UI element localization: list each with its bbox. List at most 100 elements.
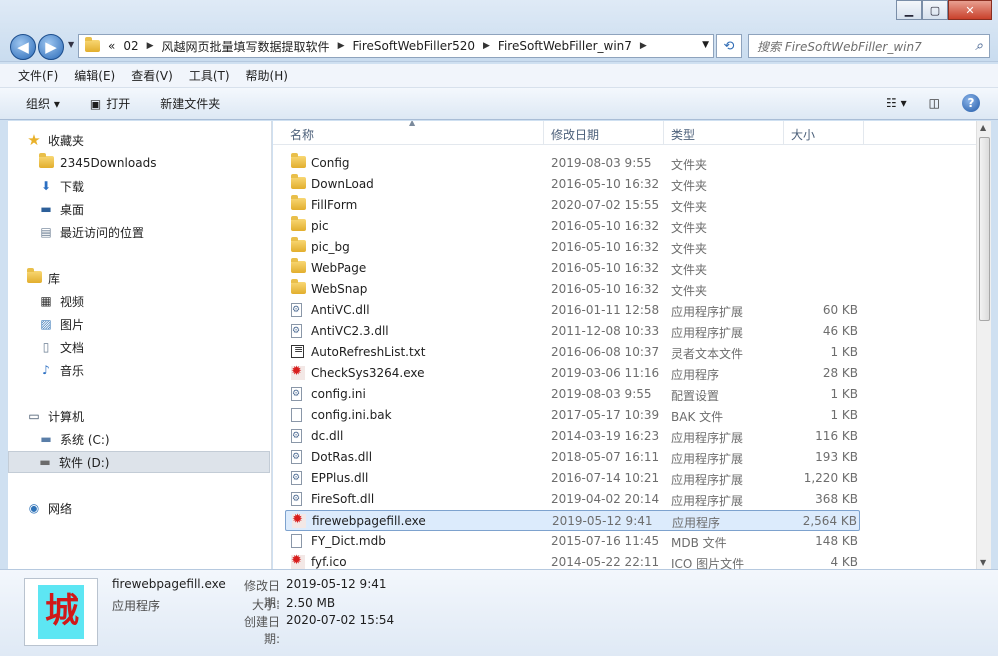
file-row[interactable]: Config 2019-08-03 9:55 文件夹 (285, 153, 860, 174)
column-divider[interactable] (783, 121, 784, 145)
nav-favorites[interactable]: ★ 收藏夹 (26, 129, 84, 151)
toolbar-right: ☷ ▾ ◫ ? (874, 94, 980, 112)
preview-pane-icon[interactable]: ◫ (929, 96, 940, 110)
breadcrumb-item[interactable]: FireSoftWebFiller_win7 (498, 39, 632, 53)
address-bar[interactable]: « 02 ▶ 风越网页批量填写数据提取软件 ▶ FireSoftWebFille… (78, 34, 714, 58)
file-row[interactable]: firewebpagefill.exe 2019-05-12 9:41 应用程序 2,… (285, 510, 860, 531)
menu-edit[interactable]: 编辑(E) (74, 67, 115, 84)
file-name: AntiVC.dll (311, 303, 370, 317)
breadcrumb-item[interactable]: 02 (123, 39, 138, 53)
file-size: 1 KB (830, 408, 858, 422)
view-options-icon[interactable]: ☷ ▾ (886, 96, 907, 110)
folder-icon (291, 174, 306, 192)
file-row[interactable]: FireSoft.dll 2019-04-02 20:14 应用程序扩展 368 KB (285, 489, 860, 510)
details-created-value: 2020-07-02 15:54 (286, 613, 395, 627)
column-divider[interactable] (863, 121, 864, 145)
column-headers: ▲ 名称 修改日期 类型 大小 (273, 121, 976, 145)
file-row[interactable]: dc.dll 2014-03-19 16:23 应用程序扩展 116 KB (285, 426, 860, 447)
new-folder-button[interactable]: 新建文件夹 (160, 95, 220, 112)
nav-2345downloads[interactable]: 2345Downloads (38, 152, 156, 174)
file-row[interactable]: WebSnap 2016-05-10 16:32 文件夹 (285, 279, 860, 300)
nav-documents[interactable]: ▯ 文档 (38, 336, 84, 358)
vertical-scrollbar[interactable]: ▲ ▼ (976, 121, 991, 569)
search-icon[interactable]: ⌕ (975, 38, 983, 54)
file-row[interactable]: DotRas.dll 2018-05-07 16:11 应用程序扩展 193 KB (285, 447, 860, 468)
library-icon (26, 267, 42, 283)
file-type: 应用程序扩展 (671, 326, 744, 340)
minimize-button[interactable]: ▁ (896, 0, 922, 20)
new-folder-label: 新建文件夹 (160, 97, 221, 111)
scroll-thumb[interactable] (979, 137, 990, 321)
close-button[interactable]: ✕ (948, 0, 992, 20)
nav-music[interactable]: ♪ 音乐 (38, 359, 84, 381)
nav-pictures[interactable]: ▨ 图片 (38, 313, 84, 335)
nav-drive-d[interactable]: ▬ 软件 (D:) (8, 451, 270, 473)
nav-label: 收藏夹 (48, 133, 85, 148)
help-icon[interactable]: ? (962, 94, 980, 112)
file-row[interactable]: pic_bg 2016-05-10 16:32 文件夹 (285, 237, 860, 258)
breadcrumb-item[interactable]: FireSoftWebFiller520 (352, 39, 475, 53)
breadcrumb-separator-icon[interactable]: ▶ (338, 41, 345, 51)
column-divider[interactable] (663, 121, 664, 145)
menu-view[interactable]: 查看(V) (131, 67, 173, 84)
column-type[interactable]: 类型 (671, 126, 695, 143)
open-button[interactable]: ▣ 打开 (90, 95, 130, 112)
file-row[interactable]: EPPlus.dll 2016-07-14 10:21 应用程序扩展 1,220 KB (285, 468, 860, 489)
scroll-down-icon[interactable]: ▼ (980, 558, 986, 567)
file-row[interactable]: config.ini 2019-08-03 9:55 配置设置 1 KB (285, 384, 860, 405)
nav-computer[interactable]: ▭ 计算机 (26, 405, 84, 427)
file-row[interactable]: CheckSys3264.exe 2019-03-06 11:16 应用程序 28 K… (285, 363, 860, 384)
refresh-button[interactable]: ⟲ (716, 34, 742, 58)
maximize-button[interactable]: ▢ (922, 0, 948, 20)
sort-ascending-icon: ▲ (409, 121, 416, 127)
search-input[interactable]: 搜索 FireSoftWebFiller_win7 ⌕ (748, 34, 990, 58)
nav-videos[interactable]: ▦ 视频 (38, 290, 84, 312)
forward-button[interactable]: ▶ (38, 34, 64, 60)
file-row[interactable]: pic 2016-05-10 16:32 文件夹 (285, 216, 860, 237)
column-size[interactable]: 大小 (791, 126, 815, 143)
menu-help[interactable]: 帮助(H) (246, 67, 288, 84)
breadcrumb-separator-icon[interactable]: ▶ (640, 41, 647, 51)
file-row[interactable]: AntiVC2.3.dll 2011-12-08 10:33 应用程序扩展 46 KB (285, 321, 860, 342)
file-date: 2019-05-12 9:41 (552, 514, 653, 528)
file-name: FillForm (311, 198, 358, 212)
nav-downloads[interactable]: ⬇ 下载 (38, 175, 84, 197)
file-row[interactable]: WebPage 2016-05-10 16:32 文件夹 (285, 258, 860, 279)
nav-recent[interactable]: ▤ 最近访问的位置 (38, 221, 144, 243)
file-name: FY_Dict.mdb (311, 534, 386, 548)
breadcrumb-separator-icon[interactable]: ▶ (483, 41, 490, 51)
column-name[interactable]: 名称 (290, 126, 314, 143)
nav-libraries[interactable]: 库 (26, 267, 60, 289)
file-row[interactable]: DownLoad 2016-05-10 16:32 文件夹 (285, 174, 860, 195)
address-history-dropdown-icon[interactable]: ▼ (702, 40, 709, 50)
menu-tools[interactable]: 工具(T) (189, 67, 230, 84)
file-icon (291, 534, 305, 549)
column-divider[interactable] (543, 121, 544, 145)
file-row[interactable]: FillForm 2020-07-02 15:55 文件夹 (285, 195, 860, 216)
nav-drive-c[interactable]: ▬ 系统 (C:) (38, 428, 109, 450)
file-row[interactable]: config.ini.bak 2017-05-17 10:39 BAK 文件 1 KB (285, 405, 860, 426)
breadcrumb-separator-icon[interactable]: ▶ (147, 41, 154, 51)
file-row[interactable]: FY_Dict.mdb 2015-07-16 11:45 MDB 文件 148 KB (285, 531, 860, 552)
file-row[interactable]: AutoRefreshList.txt 2016-06-08 10:37 灵者文本文… (285, 342, 860, 363)
menu-file[interactable]: 文件(F) (18, 67, 58, 84)
nav-label: 2345Downloads (60, 156, 157, 170)
file-row[interactable]: fyf.ico 2014-05-22 22:11 ICO 图片文件 4 KB (285, 552, 860, 569)
column-date[interactable]: 修改日期 (551, 126, 599, 143)
nav-desktop[interactable]: ▬ 桌面 (38, 198, 84, 220)
breadcrumb-item[interactable]: 风越网页批量填写数据提取软件 (162, 38, 330, 55)
file-type: 应用程序扩展 (671, 494, 744, 508)
back-button[interactable]: ◀ (10, 34, 36, 60)
nav-label: 图片 (60, 317, 85, 332)
file-row[interactable]: AntiVC.dll 2016-01-11 12:58 应用程序扩展 60 KB (285, 300, 860, 321)
scroll-up-icon[interactable]: ▲ (980, 123, 986, 132)
download-icon: ⬇ (40, 179, 52, 193)
breadcrumb-overflow[interactable]: « (108, 39, 115, 53)
folder-icon (291, 216, 306, 234)
organize-button[interactable]: 组织 ▾ (26, 95, 60, 112)
open-label: 打开 (106, 97, 131, 111)
nav-label: 计算机 (48, 409, 85, 424)
recent-pages-dropdown[interactable]: ▼ (68, 40, 74, 49)
nav-network[interactable]: ◉ 网络 (26, 497, 72, 519)
file-name: fyf.ico (311, 555, 347, 569)
